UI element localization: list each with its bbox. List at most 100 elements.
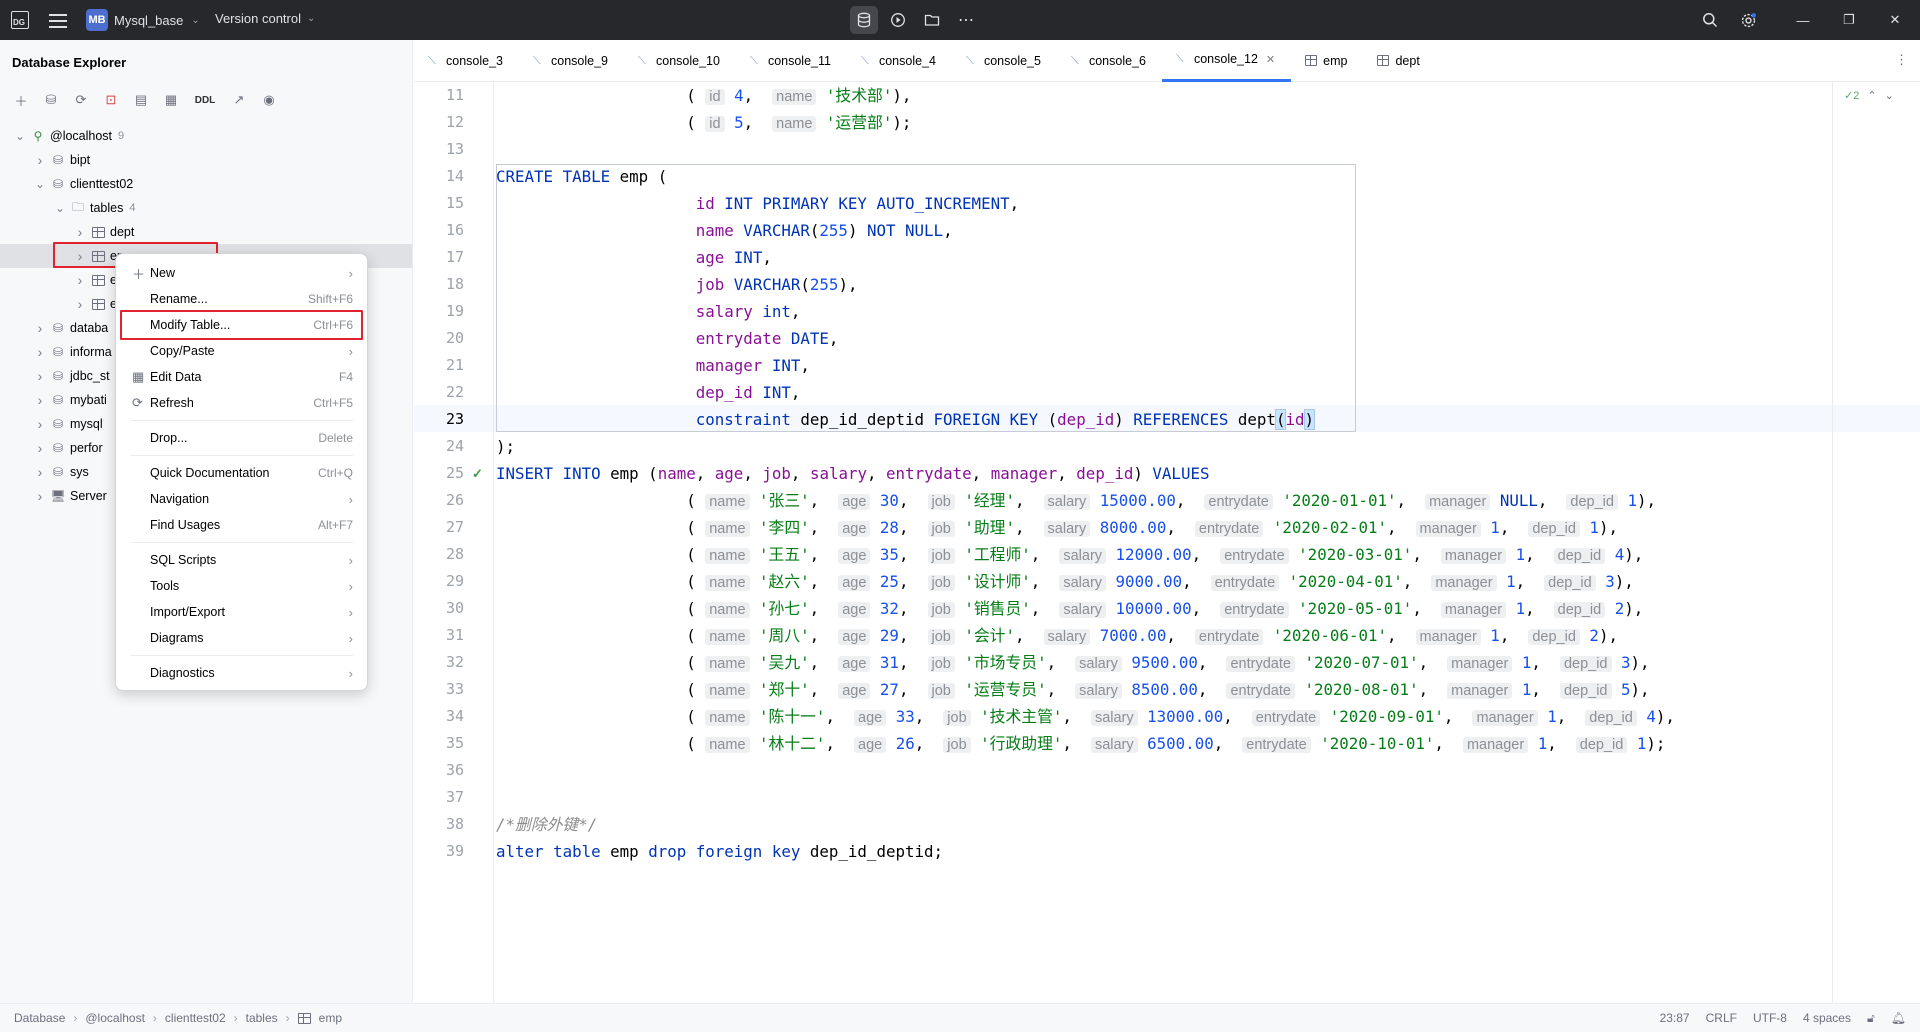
console-icon: ⟍ <box>965 54 974 67</box>
chevron-right-icon[interactable]: › <box>72 248 88 264</box>
sql-editor[interactable]: 11 12 13 14 15 16 17 18 19 20 21 22 23 24 25 ✓ 26 27 28 29 3… <box>414 82 1920 1003</box>
chevron-right-icon[interactable]: › <box>32 440 48 456</box>
chevron-right-icon[interactable]: › <box>32 320 48 336</box>
tab-console_6[interactable]: ⟍ console_6 <box>1057 40 1162 82</box>
more-vertical-icon[interactable]: ⋮ <box>1895 52 1908 68</box>
chevron-down-icon[interactable]: ⌄ <box>1885 89 1894 102</box>
tab-emp[interactable]: emp <box>1291 40 1363 82</box>
tab-console_3[interactable]: ⟍ console_3 <box>414 40 519 82</box>
tree-item[interactable]: › ⛁ bipt <box>0 148 412 172</box>
folder-icon[interactable] <box>918 6 946 34</box>
database-icon[interactable] <box>850 6 878 34</box>
chevron-down-icon[interactable]: ⌄ <box>12 129 28 143</box>
chevron-right-icon[interactable]: › <box>32 464 48 480</box>
code-area[interactable]: ( id 4, name '技术部'), ( id 5, name '运营部')… <box>496 82 1920 1003</box>
tab-console_10[interactable]: ⟍ console_10 <box>624 40 736 82</box>
chevron-right-icon: › <box>348 265 353 281</box>
menu-item-rename[interactable]: Rename... Shift+F6 <box>122 286 361 312</box>
tree-item-count: 4 <box>129 202 136 214</box>
inspection-widget[interactable]: ✓2 ⌃ ⌄ <box>1844 89 1894 102</box>
version-control-menu[interactable]: Version control ⌄ <box>215 11 315 26</box>
ddl-button[interactable]: DDL <box>190 89 220 111</box>
table-view-icon[interactable]: ▦ <box>160 89 182 111</box>
services-icon[interactable] <box>884 6 912 34</box>
restore-button[interactable]: ❐ <box>1826 6 1872 34</box>
chevron-right-icon[interactable]: › <box>32 392 48 408</box>
breadcrumb-item[interactable]: @localhost <box>85 1011 145 1025</box>
close-icon[interactable]: ✕ <box>1266 53 1275 66</box>
menu-item-copy-paste[interactable]: Copy/Paste › <box>122 338 361 364</box>
console-icon[interactable]: ▤ <box>130 89 152 111</box>
lock-icon[interactable]: 🔓︎ <box>1867 1011 1875 1026</box>
chevron-right-icon[interactable]: › <box>72 224 88 240</box>
data-source-icon[interactable]: ⛁ <box>40 89 62 111</box>
tab-dept[interactable]: dept <box>1363 40 1435 82</box>
tree-item[interactable]: ⌄ ⛁ clienttest02 <box>0 172 412 196</box>
menu-item-find-usages[interactable]: Find Usages Alt+F7 <box>122 512 361 538</box>
indent-setting[interactable]: 4 spaces <box>1803 1011 1851 1025</box>
tab-console_11[interactable]: ⟍ console_11 <box>736 40 847 82</box>
menu-item-diagrams[interactable]: Diagrams › <box>122 625 361 651</box>
tree-item-label: @localhost <box>50 129 113 143</box>
line-number: 39 <box>445 842 464 860</box>
tree-item[interactable]: › dept <box>0 220 412 244</box>
tree-item[interactable]: ⌄ ⚲ @localhost 9 <box>0 124 412 148</box>
menu-item-tools[interactable]: Tools › <box>122 573 361 599</box>
menu-item-navigation[interactable]: Navigation › <box>122 486 361 512</box>
caret-position[interactable]: 23:87 <box>1660 1011 1690 1025</box>
tree-item[interactable]: ⌄ 🗀︎ tables 4 <box>0 196 412 220</box>
menu-item-sql-scripts[interactable]: SQL Scripts › <box>122 547 361 573</box>
check-icon: ✓ <box>472 466 483 481</box>
menu-item-new[interactable]: ＋ New › <box>122 260 361 286</box>
chevron-right-icon[interactable]: › <box>72 272 88 288</box>
gear-icon[interactable] <box>1734 6 1762 34</box>
project-badge: MB <box>86 9 108 31</box>
menu-item-modify-table[interactable]: Modify Table... Ctrl+F6 <box>122 312 361 338</box>
chevron-down-icon[interactable]: ⌄ <box>52 201 68 215</box>
tab-console_9[interactable]: ⟍ console_9 <box>519 40 624 82</box>
code-line: ( name '赵六', age 25, job '设计师', salary 9… <box>496 572 1634 591</box>
main-menu-button[interactable] <box>48 10 68 30</box>
tab-console_12[interactable]: ⟍ console_12 ✕ <box>1161 40 1292 82</box>
chevron-right-icon[interactable]: › <box>32 344 48 360</box>
chevron-right-icon[interactable]: › <box>32 488 48 504</box>
line-number: 13 <box>445 140 464 158</box>
breadcrumb-item[interactable]: Database <box>14 1011 65 1025</box>
folder-icon: 🗀︎ <box>71 199 84 214</box>
refresh-icon[interactable]: ⟳ <box>70 89 92 111</box>
disconnect-icon[interactable]: ⊡ <box>100 89 122 111</box>
chevron-right-icon[interactable]: › <box>72 296 88 312</box>
jump-icon[interactable]: ↗ <box>228 89 250 111</box>
project-switcher[interactable]: MB Mysql_base ⌄ <box>86 9 200 31</box>
menu-item-quick-documentation[interactable]: Quick Documentation Ctrl+Q <box>122 460 361 486</box>
menu-item-diagnostics[interactable]: Diagnostics › <box>122 660 361 686</box>
menu-item-label: Copy/Paste <box>150 344 215 358</box>
tab-console_4[interactable]: ⟍ console_4 <box>847 40 952 82</box>
tree-item-count: 9 <box>118 130 125 142</box>
chevron-up-icon[interactable]: ⌃ <box>1867 89 1876 102</box>
file-encoding[interactable]: UTF-8 <box>1753 1011 1787 1025</box>
line-separator[interactable]: CRLF <box>1706 1011 1737 1025</box>
add-icon[interactable]: ＋ <box>10 89 32 111</box>
console-icon: ⟍ <box>533 54 541 67</box>
menu-item-refresh[interactable]: ⟳ Refresh Ctrl+F5 <box>122 390 361 416</box>
tab-console_5[interactable]: ⟍ console_5 <box>952 40 1057 82</box>
search-icon[interactable] <box>1696 6 1724 34</box>
menu-item-edit-data[interactable]: ▦ Edit Data F4 <box>122 364 361 390</box>
breadcrumb-item[interactable]: tables <box>246 1011 278 1025</box>
menu-item-drop[interactable]: Drop... Delete <box>122 425 361 451</box>
chevron-right-icon[interactable]: › <box>32 152 48 168</box>
bell-icon[interactable]: 🔔︎ <box>1891 1011 1906 1025</box>
menu-item-import-export[interactable]: Import/Export › <box>122 599 361 625</box>
close-window-button[interactable]: ✕ <box>1872 6 1918 34</box>
chevron-right-icon[interactable]: › <box>32 368 48 384</box>
chevron-down-icon[interactable]: ⌄ <box>32 177 48 191</box>
tab-label: console_10 <box>656 53 720 68</box>
line-number: 34 <box>445 707 464 725</box>
breadcrumb-item[interactable]: emp <box>319 1011 342 1025</box>
breadcrumb-item[interactable]: clienttest02 <box>165 1011 226 1025</box>
chevron-right-icon[interactable]: › <box>32 416 48 432</box>
minimize-button[interactable]: — <box>1780 6 1826 34</box>
more-icon[interactable]: ⋯ <box>952 6 980 34</box>
view-options-icon[interactable]: ◉ <box>258 89 280 111</box>
